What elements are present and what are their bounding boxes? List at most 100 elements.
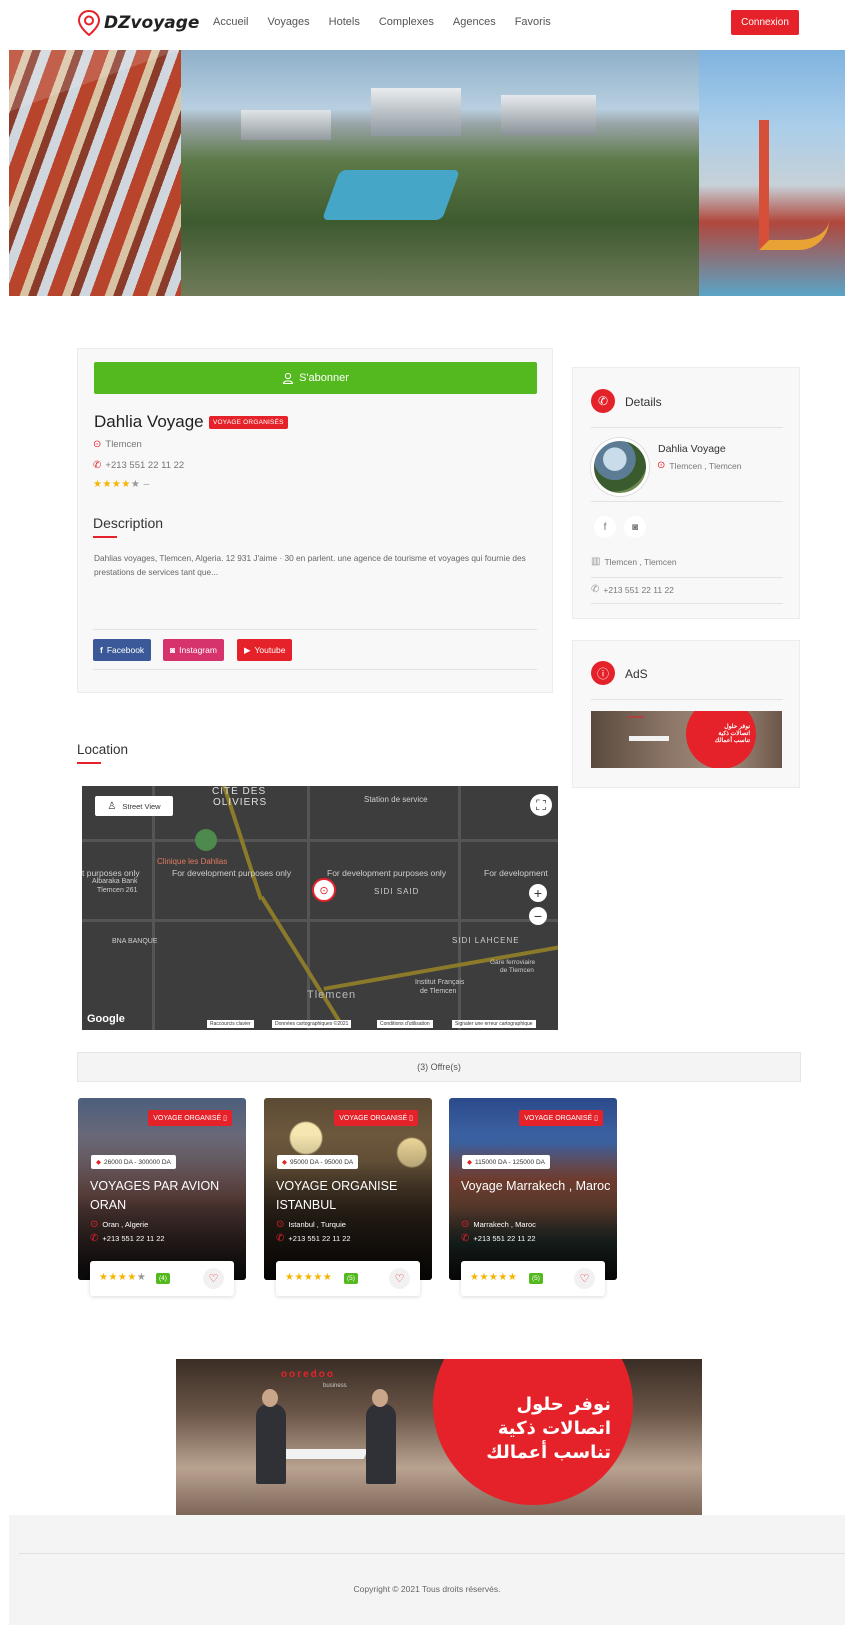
facebook-label: Facebook [106, 645, 145, 655]
phone-icon: ✆ [591, 584, 600, 595]
instagram-round-icon[interactable]: ◙ [624, 516, 646, 538]
offer-card[interactable]: VOYAGE ORGANISÉ ▯ ◆ 95000 DA - 95000 DA V… [264, 1098, 432, 1280]
offer-title[interactable]: VOYAGES PAR AVION ORAN [90, 1177, 240, 1215]
agency-phone: ✆ +213 551 22 11 22 [93, 460, 184, 471]
offer-phone: ✆ +213 551 22 11 22 [90, 1233, 165, 1244]
offer-phone-text: +213 551 22 11 22 [102, 1234, 165, 1243]
brand-name: DZvoyage [104, 13, 200, 33]
tag-icon: ◆ [282, 1159, 287, 1166]
phone-icon: ✆ [90, 1233, 99, 1244]
instagram-label: Instagram [179, 645, 217, 655]
facebook-round-icon[interactable]: f [594, 516, 616, 538]
offer-review-count: (5) [344, 1273, 358, 1284]
favorite-heart-icon[interactable]: ♡ [203, 1268, 224, 1289]
info-circle-icon: ⓘ [591, 661, 615, 685]
offer-card[interactable]: VOYAGE ORGANISÉ ▯ ◆ 115000 DA - 125000 DA… [449, 1098, 617, 1280]
subscribe-button[interactable]: S'abonner [94, 362, 537, 394]
map-pin-icon: ⊙ [93, 439, 102, 450]
zoom-in-button[interactable]: + [529, 884, 547, 902]
offer-location: ⊙ Marrakech , Maroc [461, 1219, 536, 1230]
divider [591, 603, 783, 604]
sidebar-agency-name: Dahlia Voyage [658, 443, 726, 455]
nav-favoris[interactable]: Favoris [515, 16, 551, 28]
agency-card: S'abonner Dahlia Voyage VOYAGE ORGANISÉS… [77, 348, 553, 693]
sidebar-ad-banner[interactable]: نوفر حلول اتصالات ذكية تناسب أعمالك oore… [591, 711, 782, 768]
offer-location: ⊙ Oran , Algerie [90, 1219, 148, 1230]
nav-complexes[interactable]: Complexes [379, 16, 434, 28]
sidebar-location: ⊙ Tlemcen , Tlemcen [657, 460, 742, 471]
top-navbar: DZvoyage Accueil Voyages Hotels Complexe… [0, 0, 845, 48]
divider [591, 501, 783, 502]
description-underline [93, 536, 117, 538]
offer-rating-stars: ★★★★★ [285, 1272, 333, 1283]
youtube-icon: ▶ [244, 644, 251, 655]
logo[interactable]: DZvoyage [78, 10, 199, 36]
street-view-label: Street View [122, 801, 161, 811]
favorite-heart-icon[interactable]: ♡ [389, 1268, 410, 1289]
ad-brand: ooredoo [281, 1369, 335, 1380]
offer-title[interactable]: Voyage Marrakech , Maroc [461, 1177, 611, 1196]
map-pin-icon: ⊙ [276, 1219, 285, 1230]
agency-city-text: Tlemcen [105, 439, 142, 450]
map-label: de Tlemcen [500, 967, 534, 974]
divider [591, 577, 783, 578]
zoom-out-button[interactable]: − [529, 907, 547, 925]
offer-price-text: 95000 DA - 95000 DA [290, 1158, 354, 1166]
ooredoo-ad-banner[interactable]: ooredoo business نوفر حلول اتصالات ذكية … [176, 1359, 702, 1515]
map-label: For development purposes only [327, 868, 447, 878]
map-label: t purposes only [82, 868, 140, 878]
agency-avatar[interactable] [591, 438, 649, 496]
fullscreen-icon[interactable]: ⛶ [530, 794, 552, 816]
phone-icon: ✆ [276, 1233, 285, 1244]
phone-icon: ✆ [461, 1233, 470, 1244]
details-title: Details [625, 395, 662, 409]
map-label: SIDI SAID [374, 887, 420, 896]
youtube-button[interactable]: ▶ Youtube [237, 639, 293, 661]
location-title: Location [77, 742, 129, 757]
terms-link[interactable]: Conditions d'utilisation [377, 1020, 433, 1028]
offer-category-badge: VOYAGE ORGANISÉ ▯ [334, 1110, 418, 1126]
map-label: For development purposes only [172, 868, 292, 878]
report-error-link[interactable]: Signaler une erreur cartographique [452, 1020, 536, 1028]
google-map[interactable]: CITÉ DES OLIVIERS Station de service Cli… [82, 786, 558, 1030]
map-label: Tlemcen 261 [97, 887, 138, 894]
nav-accueil[interactable]: Accueil [213, 16, 248, 28]
offer-review-count: (5) [529, 1273, 543, 1284]
divider [93, 669, 537, 670]
offer-price-text: 26000 DA - 300000 DA [104, 1158, 171, 1166]
street-view-button[interactable]: ♙ Street View [95, 796, 173, 816]
subscribe-label: S'abonner [299, 372, 349, 384]
offer-rating-stars: ★★★★★ [99, 1272, 147, 1283]
offer-card[interactable]: VOYAGE ORGANISÉ ▯ ◆ 26000 DA - 300000 DA … [78, 1098, 246, 1280]
offer-location-text: Marrakech , Maroc [473, 1220, 536, 1229]
main-nav: Accueil Voyages Hotels Complexes Agences… [213, 16, 551, 28]
offer-category: VOYAGE ORGANISÉ [153, 1115, 222, 1122]
hero-gallery[interactable] [9, 50, 845, 296]
nav-agences[interactable]: Agences [453, 16, 496, 28]
offer-category-badge: VOYAGE ORGANISÉ ▯ [148, 1110, 232, 1126]
ad-small-line2: اتصالات ذكية [718, 731, 750, 737]
location-pin-logo-icon [78, 10, 100, 36]
instagram-button[interactable]: ◙ Instagram [163, 639, 224, 661]
details-card: ✆ Details Dahlia Voyage ⊙ Tlemcen , Tlem… [572, 367, 800, 619]
map-marker-icon[interactable]: ⊙ [312, 878, 336, 902]
login-button[interactable]: Connexion [731, 10, 799, 35]
map-icon: ▥ [591, 556, 601, 567]
map-label: de Tlemcen [420, 988, 457, 995]
nav-hotels[interactable]: Hotels [329, 16, 360, 28]
keyboard-shortcuts-link[interactable]: Raccourcis clavier [207, 1020, 254, 1028]
nav-voyages[interactable]: Voyages [267, 16, 309, 28]
favorite-heart-icon[interactable]: ♡ [574, 1268, 595, 1289]
offer-phone: ✆ +213 551 22 11 22 [461, 1233, 536, 1244]
offer-phone-text: +213 551 22 11 22 [288, 1234, 351, 1243]
offer-price: ◆ 26000 DA - 300000 DA [91, 1155, 176, 1169]
offer-rating-stars: ★★★★★ [470, 1272, 518, 1283]
user-icon [283, 372, 294, 384]
rating-stars: ★★★★★ – [93, 479, 150, 490]
ad-line2: اتصالات ذكية [497, 1418, 611, 1439]
facebook-button[interactable]: f Facebook [93, 639, 152, 661]
youtube-label: Youtube [254, 645, 286, 655]
agency-city: ⊙ Tlemcen [93, 439, 142, 450]
offer-title[interactable]: VOYAGE ORGANISE ISTANBUL [276, 1177, 426, 1215]
location-underline [77, 762, 101, 764]
